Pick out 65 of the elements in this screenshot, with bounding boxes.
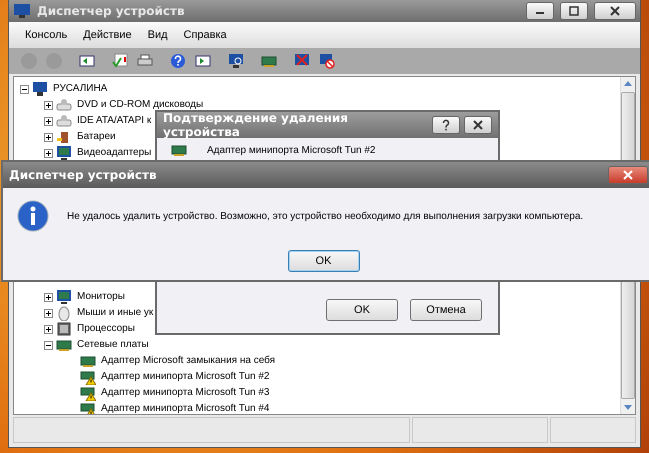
expand-toggle[interactable]	[44, 308, 53, 318]
monitor-search-icon	[228, 53, 244, 69]
window-title: Диспетчер устройств	[37, 4, 186, 18]
close-button[interactable]	[594, 2, 636, 20]
menu-item[interactable]: Справка	[176, 27, 235, 43]
close-button[interactable]	[464, 116, 492, 134]
dialog-button[interactable]: OK	[326, 299, 398, 321]
menu-item[interactable]: Действие	[75, 27, 140, 43]
computer-icon	[32, 81, 48, 97]
monitor-icon	[56, 145, 72, 161]
expand-toggle[interactable]	[44, 324, 53, 334]
tree-item[interactable]: Адаптер минипорта Microsoft Tun #2	[99, 371, 272, 383]
close-icon	[610, 6, 620, 16]
help-icon	[170, 53, 186, 69]
close-icon	[473, 120, 483, 130]
collapse-toggle[interactable]	[20, 84, 29, 94]
expand-toggle[interactable]	[44, 116, 53, 126]
dialog-title: Диспетчер устройств	[9, 168, 158, 182]
processor-icon	[56, 321, 72, 337]
expand-toggle[interactable]	[44, 148, 53, 158]
scroll-down-arrow-icon	[624, 405, 632, 410]
monitor-forbidden-icon	[319, 53, 335, 69]
toolbar-button[interactable]	[168, 51, 188, 71]
tree-item[interactable]: Батареи	[75, 131, 118, 143]
monitor-icon	[56, 289, 72, 305]
expand-toggle[interactable]	[44, 132, 53, 142]
panel-icon	[79, 53, 95, 69]
drive-icon	[56, 113, 72, 129]
info-icon	[17, 200, 49, 232]
tree-item[interactable]: IDE ATA/ATAPI к	[75, 115, 154, 127]
properties-icon	[112, 53, 128, 69]
panel-icon	[195, 53, 211, 69]
mouse-icon	[56, 305, 72, 321]
tree-item[interactable]: Видеоадаптеры	[75, 147, 154, 159]
device-name: Адаптер минипорта Microsoft Tun #2	[207, 144, 376, 156]
app-monitor-icon	[13, 3, 31, 19]
drive-icon	[56, 97, 72, 113]
toolbar-button[interactable]	[317, 51, 337, 71]
close-button[interactable]	[608, 166, 648, 184]
tree-item[interactable]: Адаптер минипорта Microsoft Tun #4	[99, 403, 272, 414]
ok-button[interactable]: OK	[288, 250, 360, 272]
help-icon	[441, 119, 451, 131]
tree-item[interactable]: РУСАЛИНА	[51, 83, 110, 95]
help-button[interactable]	[432, 116, 460, 134]
tree-item[interactable]: Мыши и иные ук	[75, 307, 156, 319]
toolbar-button[interactable]	[226, 51, 246, 71]
scroll-up-arrow-icon	[624, 81, 632, 86]
dialog-button[interactable]: Отмена	[410, 299, 482, 321]
error-message: Не удалось удалить устройство. Возможно, это устройство необходимо для выполнения загрузки компьютера.	[67, 210, 584, 222]
tree-item[interactable]: Сетевые платы	[75, 339, 151, 351]
close-icon	[623, 170, 633, 180]
expand-toggle[interactable]	[44, 100, 53, 110]
minimize-button[interactable]	[526, 2, 554, 20]
expand-toggle[interactable]	[44, 292, 53, 302]
dialog-title: Подтверждение удаления устройства	[163, 111, 349, 139]
tree-item[interactable]: DVD и CD-ROM дисководы	[75, 99, 206, 111]
menu-item[interactable]: Вид	[140, 27, 176, 43]
collapse-toggle[interactable]	[44, 340, 53, 350]
tree-item[interactable]: Адаптер Microsoft замыкания на себя	[99, 355, 278, 367]
maximize-icon	[569, 6, 579, 16]
menu-item[interactable]: Консоль	[17, 27, 76, 43]
tree-item[interactable]: Адаптер минипорта Microsoft Tun #3	[99, 387, 272, 399]
maximize-button[interactable]	[560, 2, 588, 20]
tree-item[interactable]: Мониторы	[75, 291, 127, 303]
tree-item[interactable]: Процессоры	[75, 323, 137, 335]
